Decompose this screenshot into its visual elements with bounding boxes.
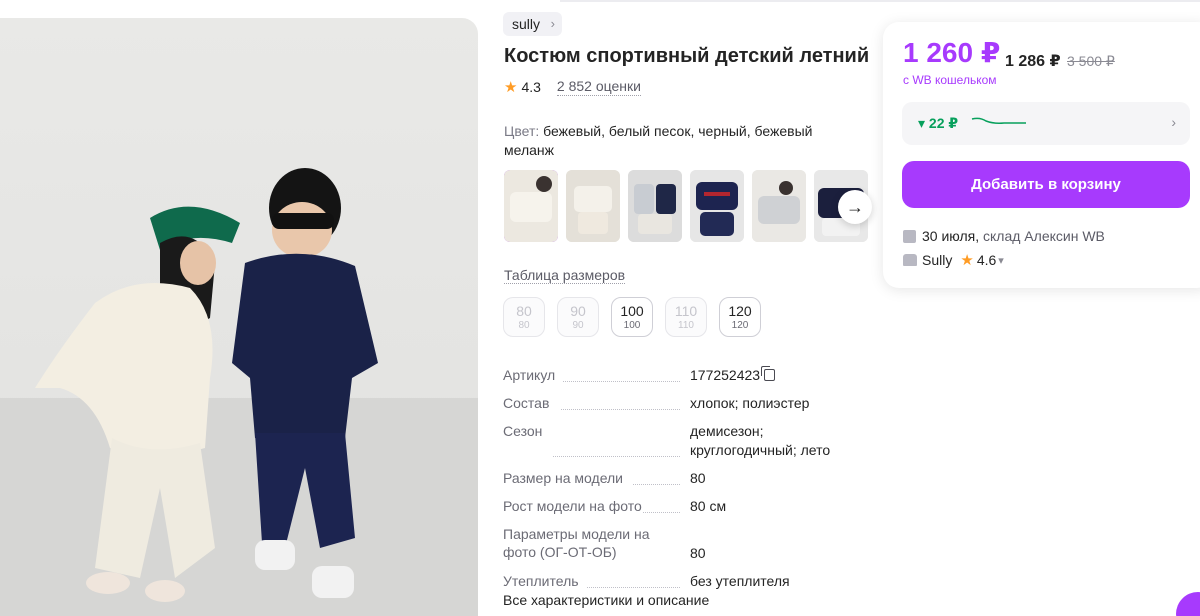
delivery-date: 30 июля, xyxy=(922,228,980,244)
rating-row: ★ 4.3 2 852 оценки xyxy=(504,78,641,96)
spec-key-text: Сезон xyxy=(503,423,543,439)
spec-value: 80 xyxy=(690,545,706,561)
arrow-right-icon: → xyxy=(846,196,864,217)
color-thumbnail[interactable] xyxy=(566,170,620,242)
spec-row: Размер на модели 80 xyxy=(503,469,843,488)
seller-name: Sully xyxy=(922,252,953,268)
price-history-button[interactable]: ▾ 22 ₽ › xyxy=(902,102,1190,145)
seller-rating: 4.6 xyxy=(976,252,997,268)
spec-row: Утеплитель без утеплителя xyxy=(503,572,843,591)
spec-row: Параметры модели на фото (ОГ-ОТ-ОБ) 80 xyxy=(503,525,843,563)
size-table-link[interactable]: Таблица размеров xyxy=(504,267,626,284)
regular-price: 1 286 ₽ xyxy=(1005,53,1061,70)
spec-key: Состав xyxy=(503,394,690,413)
spec-value: 80 xyxy=(690,470,706,486)
spec-key-text: Рост модели на фото xyxy=(503,498,642,514)
size-ru: 120 xyxy=(728,303,752,319)
size-eu: 100 xyxy=(623,320,641,331)
product-photo[interactable] xyxy=(0,18,478,616)
spec-key-text: Состав xyxy=(503,395,550,411)
size-option[interactable]: 120 120 xyxy=(719,297,761,337)
spec-value: демисезон; круглогодичный; лето xyxy=(690,423,831,458)
old-price: 3 500 ₽ xyxy=(1067,53,1115,69)
size-option[interactable]: 110 110 xyxy=(665,297,707,337)
delivery-warehouse: склад Алексин WB xyxy=(983,228,1105,244)
spec-key: Сезон xyxy=(503,422,690,460)
thumbnails-next-button[interactable]: → xyxy=(838,190,872,224)
seller-info[interactable]: Sully ★ 4.6 ▾ xyxy=(903,251,1004,269)
spec-key: Размер на модели xyxy=(503,469,690,488)
article-number: 177252423 xyxy=(690,367,761,383)
color-thumbnail[interactable] xyxy=(628,170,682,242)
shop-icon xyxy=(903,254,917,266)
box-icon xyxy=(903,229,916,243)
size-eu: 90 xyxy=(572,320,584,331)
spec-key-text: Утеплитель xyxy=(503,573,579,589)
spec-key: Параметры модели на фото (ОГ-ОТ-ОБ) xyxy=(503,525,653,563)
spec-key: Утеплитель xyxy=(503,572,690,591)
all-specs-link[interactable]: Все характеристики и описание xyxy=(503,592,709,608)
product-photo-illustration xyxy=(0,168,478,616)
brand-name: sully xyxy=(512,16,541,32)
spec-row: Рост модели на фото 80 см xyxy=(503,497,843,516)
size-option[interactable]: 100 100 xyxy=(611,297,653,337)
wallet-price: 1 260 ₽ xyxy=(903,37,1001,68)
spec-key-text: Размер на модели xyxy=(503,470,623,486)
color-thumbnails xyxy=(504,170,876,242)
price-drop: ▾ 22 ₽ xyxy=(918,115,959,131)
chevron-down-icon: ▾ xyxy=(998,254,1004,267)
color-thumbnail[interactable] xyxy=(752,170,806,242)
spec-key: Артикул xyxy=(503,366,690,385)
size-eu: 110 xyxy=(678,320,694,331)
rating-value: 4.3 xyxy=(521,79,541,95)
size-selector: 80 80 90 90 100 100 110 110 120 120 xyxy=(503,297,773,337)
spec-row: Сезон демисезон; круглогодичный; лето xyxy=(503,422,843,460)
star-icon: ★ xyxy=(960,252,974,269)
spec-value: 177252423 xyxy=(690,366,843,385)
chevron-right-icon: › xyxy=(1171,114,1176,130)
chevron-right-icon: › xyxy=(550,16,556,31)
price-trend-icon xyxy=(971,117,1026,124)
spec-value: хлопок; полиэстер xyxy=(690,395,810,411)
add-to-cart-button[interactable]: Добавить в корзину xyxy=(902,161,1190,208)
size-option[interactable]: 90 90 xyxy=(557,297,599,337)
spec-value: 80 см xyxy=(690,498,727,514)
color-label: Цвет: xyxy=(504,123,540,139)
star-icon: ★ xyxy=(504,79,518,96)
size-option[interactable]: 80 80 xyxy=(503,297,545,337)
size-ru: 100 xyxy=(620,303,644,319)
brand-link[interactable]: sully › xyxy=(503,12,563,36)
chat-bubble-button[interactable] xyxy=(1176,592,1200,616)
spec-key-text: Параметры модели на фото (ОГ-ОТ-ОБ) xyxy=(503,526,650,560)
copy-icon[interactable] xyxy=(761,366,776,381)
wallet-note: с WB кошельком xyxy=(903,73,997,87)
size-ru: 80 xyxy=(516,303,532,319)
top-divider xyxy=(560,0,1200,2)
color-info: Цвет: бежевый, белый песок, черный, беже… xyxy=(504,122,844,160)
spec-value: без утеплителя xyxy=(690,573,790,589)
delivery-info: 30 июля, склад Алексин WB xyxy=(903,228,1105,244)
spec-row: Артикул 177252423 xyxy=(503,366,843,385)
spec-row: Состав хлопок; полиэстер xyxy=(503,394,843,413)
color-thumbnail[interactable] xyxy=(504,170,558,242)
product-title: Костюм спортивный детский летний xyxy=(504,45,870,67)
spec-key: Рост модели на фото xyxy=(503,497,690,516)
size-eu: 80 xyxy=(518,320,530,331)
spec-key-text: Артикул xyxy=(503,367,556,383)
size-ru: 110 xyxy=(674,303,698,319)
buy-card: 1 260 ₽ 1 286 ₽ 3 500 ₽ с WB кошельком ▾… xyxy=(883,22,1200,288)
size-ru: 90 xyxy=(570,303,586,319)
color-value: бежевый, белый песок, черный, бежевый ме… xyxy=(504,123,813,158)
color-thumbnail[interactable] xyxy=(690,170,744,242)
specs-list: Артикул 177252423 Состав хлопок; полиэст… xyxy=(503,366,843,600)
reviews-link[interactable]: 2 852 оценки xyxy=(556,78,641,96)
size-eu: 120 xyxy=(731,320,749,331)
